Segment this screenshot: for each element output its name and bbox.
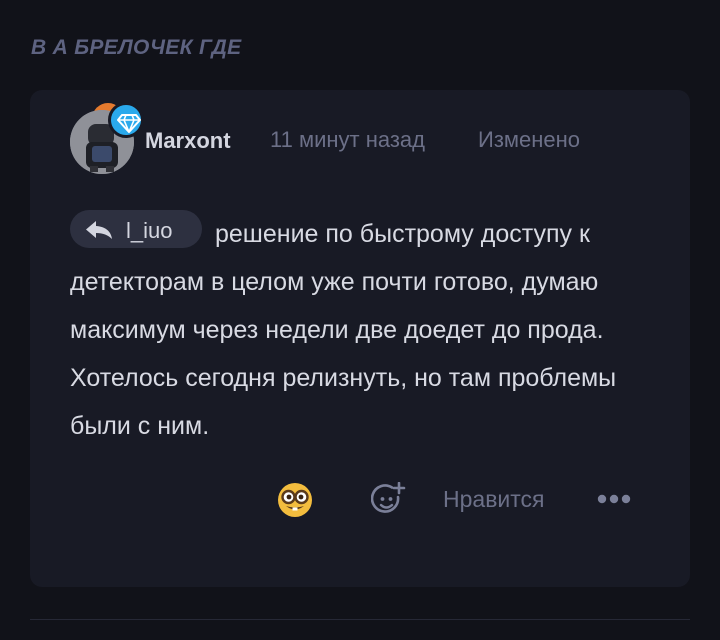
diamond-badge <box>108 102 144 138</box>
nerd-face-reaction[interactable] <box>277 482 313 518</box>
edited-label: Изменено <box>478 127 581 152</box>
reply-arrow-icon <box>86 221 112 239</box>
page: В А БРЕЛОЧЕК ГДЕ Marxont 11 минут назад … <box>0 0 720 640</box>
divider <box>30 619 690 620</box>
more-dots-icon <box>597 494 631 504</box>
comment-timestamp[interactable]: 11 минут назад <box>270 127 425 153</box>
reply-to-chip[interactable]: l_iuo <box>70 210 202 248</box>
nerd-face-emoji <box>278 483 312 517</box>
like-button[interactable]: Нравится <box>443 486 545 513</box>
avatar[interactable] <box>70 102 144 174</box>
author-name[interactable]: Marxont <box>145 128 231 154</box>
add-reaction-button[interactable] <box>370 481 407 518</box>
add-reaction-icon <box>370 481 406 513</box>
section-title: В А БРЕЛОЧЕК ГДЕ <box>31 36 242 59</box>
reply-to-username: l_iuo <box>126 218 173 243</box>
diamond-icon <box>117 114 141 133</box>
more-options-button[interactable] <box>596 490 632 508</box>
